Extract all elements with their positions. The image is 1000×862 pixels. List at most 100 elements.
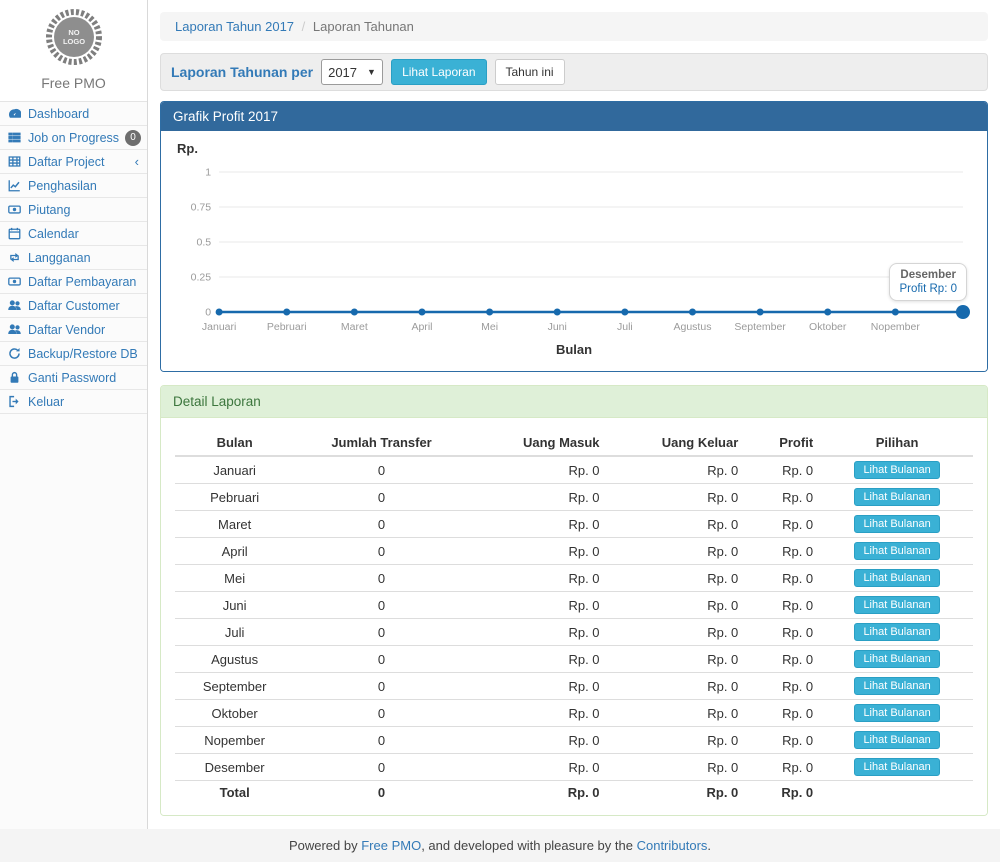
- year-select-value: 2017: [328, 65, 357, 80]
- table-cell-action: Lihat Bulanan: [821, 592, 973, 619]
- view-monthly-button[interactable]: Lihat Bulanan: [854, 731, 939, 749]
- sidebar-item-label: Daftar Pembayaran: [28, 275, 136, 289]
- sidebar-item-ganti-password[interactable]: Ganti Password: [0, 366, 147, 390]
- view-monthly-button[interactable]: Lihat Bulanan: [854, 542, 939, 560]
- view-monthly-button[interactable]: Lihat Bulanan: [854, 596, 939, 614]
- sidebar-item-keluar[interactable]: Keluar: [0, 390, 147, 414]
- table-cell-action: Lihat Bulanan: [821, 646, 973, 673]
- footer-link-free-pmo[interactable]: Free PMO: [361, 838, 421, 853]
- sidebar-item-piutang[interactable]: Piutang: [0, 198, 147, 222]
- sidebar-item-penghasilan[interactable]: Penghasilan: [0, 174, 147, 198]
- table-cell: Rp. 0: [608, 565, 747, 592]
- table-row: September0Rp. 0Rp. 0Rp. 0Lihat Bulanan: [175, 673, 973, 700]
- breadcrumb-separator: /: [302, 19, 306, 34]
- table-cell: Pebruari: [175, 484, 294, 511]
- table-cell: Rp. 0: [746, 700, 821, 727]
- view-monthly-button[interactable]: Lihat Bulanan: [854, 677, 939, 695]
- sidebar-item-label: Langganan: [28, 251, 91, 265]
- chart-tooltip-value: Profit Rp: 0: [899, 283, 957, 295]
- dashboard-icon: [8, 107, 22, 121]
- main-content: Laporan Tahun 2017 / Laporan Tahunan Lap…: [148, 0, 1000, 829]
- chart-y-axis-label: Rp.: [177, 141, 975, 156]
- calendar-icon: [8, 227, 22, 241]
- table-cell: Rp. 0: [746, 565, 821, 592]
- breadcrumb-link-laporan-tahun[interactable]: Laporan Tahun 2017: [175, 19, 294, 34]
- table-cell: 0: [294, 781, 469, 805]
- brand-name: Free PMO: [0, 71, 147, 102]
- view-monthly-button[interactable]: Lihat Bulanan: [854, 569, 939, 587]
- sidebar-item-daftar-project[interactable]: Daftar Project‹: [0, 150, 147, 174]
- table-cell-action: Lihat Bulanan: [821, 565, 973, 592]
- sidebar-item-daftar-customer[interactable]: Daftar Customer: [0, 294, 147, 318]
- table-cell: Agustus: [175, 646, 294, 673]
- line-chart-icon: [8, 179, 22, 193]
- table-cell: Rp. 0: [608, 511, 747, 538]
- sidebar-item-daftar-vendor[interactable]: Daftar Vendor: [0, 318, 147, 342]
- sidebar-item-label: Daftar Vendor: [28, 323, 105, 337]
- svg-text:Juli: Juli: [617, 321, 633, 333]
- sidebar-item-calendar[interactable]: Calendar: [0, 222, 147, 246]
- svg-text:1: 1: [205, 167, 211, 179]
- sidebar-item-backup-restore-db[interactable]: Backup/Restore DB: [0, 342, 147, 366]
- footer-link-contributors[interactable]: Contributors: [637, 838, 708, 853]
- chart-panel-body: Rp. 10.750.50.250JanuariPebruariMaretApr…: [161, 131, 987, 371]
- view-monthly-button[interactable]: Lihat Bulanan: [854, 650, 939, 668]
- view-report-button[interactable]: Lihat Laporan: [391, 59, 486, 85]
- sidebar-item-label: Piutang: [28, 203, 70, 217]
- table-cell: Rp. 0: [469, 592, 608, 619]
- sidebar-item-job-on-progress[interactable]: Job on Progress0: [0, 126, 147, 150]
- view-monthly-button[interactable]: Lihat Bulanan: [854, 515, 939, 533]
- table-cell: Desember: [175, 754, 294, 781]
- this-year-button[interactable]: Tahun ini: [495, 59, 565, 85]
- header-pilihan: Pilihan: [821, 430, 973, 456]
- year-select[interactable]: 2017 ▼: [321, 59, 383, 85]
- svg-text:Januari: Januari: [202, 321, 236, 333]
- table-row: Januari0Rp. 0Rp. 0Rp. 0Lihat Bulanan: [175, 456, 973, 484]
- svg-text:Oktober: Oktober: [809, 321, 847, 333]
- detail-panel-title: Detail Laporan: [161, 386, 987, 418]
- table-cell: 0: [294, 673, 469, 700]
- refresh-icon: [8, 347, 22, 361]
- table-cell-action: Lihat Bulanan: [821, 619, 973, 646]
- table-row: Juni0Rp. 0Rp. 0Rp. 0Lihat Bulanan: [175, 592, 973, 619]
- view-monthly-button[interactable]: Lihat Bulanan: [854, 623, 939, 641]
- sidebar-item-label: Job on Progress: [28, 131, 119, 145]
- table-cell: Rp. 0: [469, 700, 608, 727]
- table-cell: Rp. 0: [469, 538, 608, 565]
- table-cell: Rp. 0: [469, 456, 608, 484]
- table-cell: Rp. 0: [746, 592, 821, 619]
- sidebar-item-daftar-pembayaran[interactable]: Daftar Pembayaran: [0, 270, 147, 294]
- footer-text: Powered by Free PMO, and developed with …: [289, 838, 711, 853]
- view-monthly-button[interactable]: Lihat Bulanan: [854, 488, 939, 506]
- table-cell: Rp. 0: [746, 781, 821, 805]
- table-cell: Rp. 0: [608, 754, 747, 781]
- table-cell-action: Lihat Bulanan: [821, 511, 973, 538]
- view-monthly-button[interactable]: Lihat Bulanan: [854, 461, 939, 479]
- filter-label: Laporan Tahunan per: [171, 64, 313, 80]
- table-row: Agustus0Rp. 0Rp. 0Rp. 0Lihat Bulanan: [175, 646, 973, 673]
- table-cell: Rp. 0: [608, 484, 747, 511]
- sidebar-item-label: Keluar: [28, 395, 64, 409]
- view-monthly-button[interactable]: Lihat Bulanan: [854, 758, 939, 776]
- money-icon: [8, 275, 22, 289]
- profit-chart: 10.750.50.250JanuariPebruariMaretAprilMe…: [173, 156, 975, 342]
- table-cell: 0: [294, 646, 469, 673]
- svg-text:Pebruari: Pebruari: [267, 321, 307, 333]
- table-cell: 0: [294, 565, 469, 592]
- svg-text:0.75: 0.75: [191, 202, 212, 214]
- table-icon: [8, 155, 22, 169]
- chart-x-axis-label: Bulan: [173, 342, 975, 357]
- table-cell: Rp. 0: [608, 456, 747, 484]
- sidebar-item-dashboard[interactable]: Dashboard: [0, 102, 147, 126]
- table-cell: Rp. 0: [746, 619, 821, 646]
- table-row: Nopember0Rp. 0Rp. 0Rp. 0Lihat Bulanan: [175, 727, 973, 754]
- table-cell: 0: [294, 727, 469, 754]
- table-cell: Rp. 0: [608, 646, 747, 673]
- sidebar-item-langganan[interactable]: Langganan: [0, 246, 147, 270]
- table-cell: Rp. 0: [608, 781, 747, 805]
- view-monthly-button[interactable]: Lihat Bulanan: [854, 704, 939, 722]
- chevron-left-icon: ‹: [135, 157, 139, 167]
- table-row: Mei0Rp. 0Rp. 0Rp. 0Lihat Bulanan: [175, 565, 973, 592]
- table-cell-action: Lihat Bulanan: [821, 700, 973, 727]
- table-cell: Rp. 0: [608, 538, 747, 565]
